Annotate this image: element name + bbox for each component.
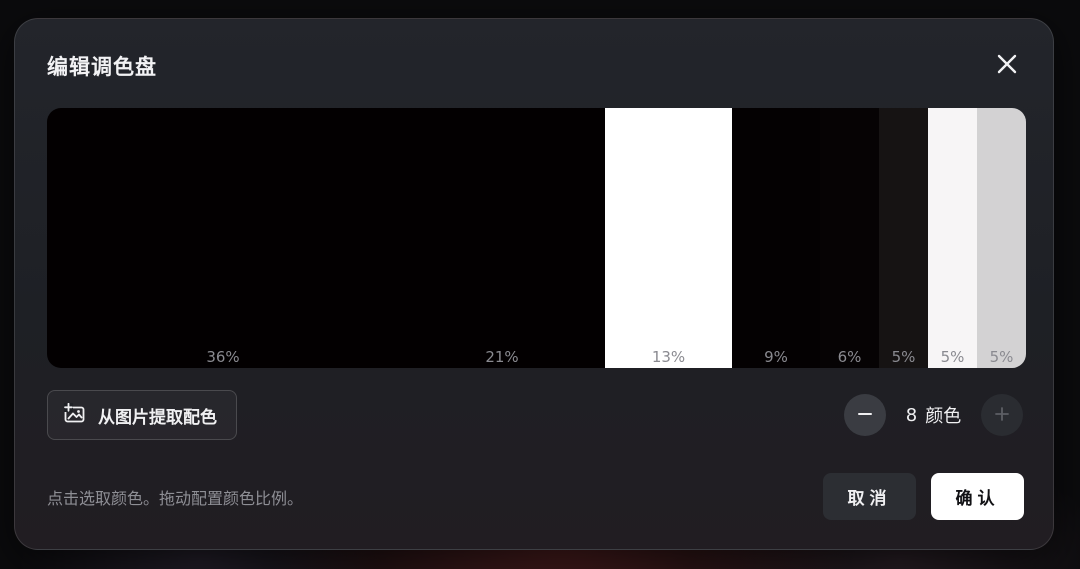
swatch-percent-label: 6% xyxy=(837,348,862,366)
palette-bar[interactable]: 36% 21% 13% 9% 6% 5% 5% 5% xyxy=(47,108,1026,368)
color-count-unit: 颜色 xyxy=(925,406,962,427)
color-count: 8 颜色 xyxy=(886,394,981,436)
swatch-percent-label: 13% xyxy=(651,348,686,366)
palette-swatch[interactable]: 5% xyxy=(977,108,1026,368)
swatch-percent-label: 5% xyxy=(940,348,965,366)
palette-swatch[interactable]: 6% xyxy=(820,108,879,368)
confirm-button[interactable]: 确认 xyxy=(931,473,1024,520)
extract-from-image-button[interactable]: 从图片提取配色 xyxy=(47,390,237,440)
close-icon xyxy=(996,53,1018,79)
swatch-percent-label: 36% xyxy=(206,348,240,366)
close-button[interactable] xyxy=(991,50,1023,82)
image-add-icon xyxy=(64,402,86,428)
dialog-title: 编辑调色盘 xyxy=(47,55,157,79)
extract-button-label: 从图片提取配色 xyxy=(98,407,217,428)
swatch-percent-label: 5% xyxy=(891,348,916,366)
palette-swatch[interactable]: 36% xyxy=(47,108,399,368)
palette-swatch[interactable]: 13% xyxy=(605,108,732,368)
palette-swatch[interactable]: 5% xyxy=(879,108,928,368)
minus-icon xyxy=(858,406,872,425)
swatch-percent-label: 21% xyxy=(485,348,519,366)
plus-icon xyxy=(995,406,1009,425)
swatch-percent-label: 5% xyxy=(989,348,1014,366)
swatch-percent-label: 9% xyxy=(764,348,788,366)
decrease-colors-button[interactable] xyxy=(844,394,886,436)
color-count-value: 8 xyxy=(905,404,918,426)
hint-text: 点击选取颜色。拖动配置颜色比例。 xyxy=(47,489,304,508)
cancel-button[interactable]: 取消 xyxy=(823,473,916,520)
increase-colors-button[interactable] xyxy=(981,394,1023,436)
palette-swatch[interactable]: 5% xyxy=(928,108,977,368)
palette-swatch[interactable]: 21% xyxy=(399,108,605,368)
palette-swatch[interactable]: 9% xyxy=(732,108,820,368)
edit-palette-dialog: 编辑调色盘 36% 21% 13% 9% 6% 5% 5% 5% 从图片提取配色 8 颜色 xyxy=(14,18,1054,550)
